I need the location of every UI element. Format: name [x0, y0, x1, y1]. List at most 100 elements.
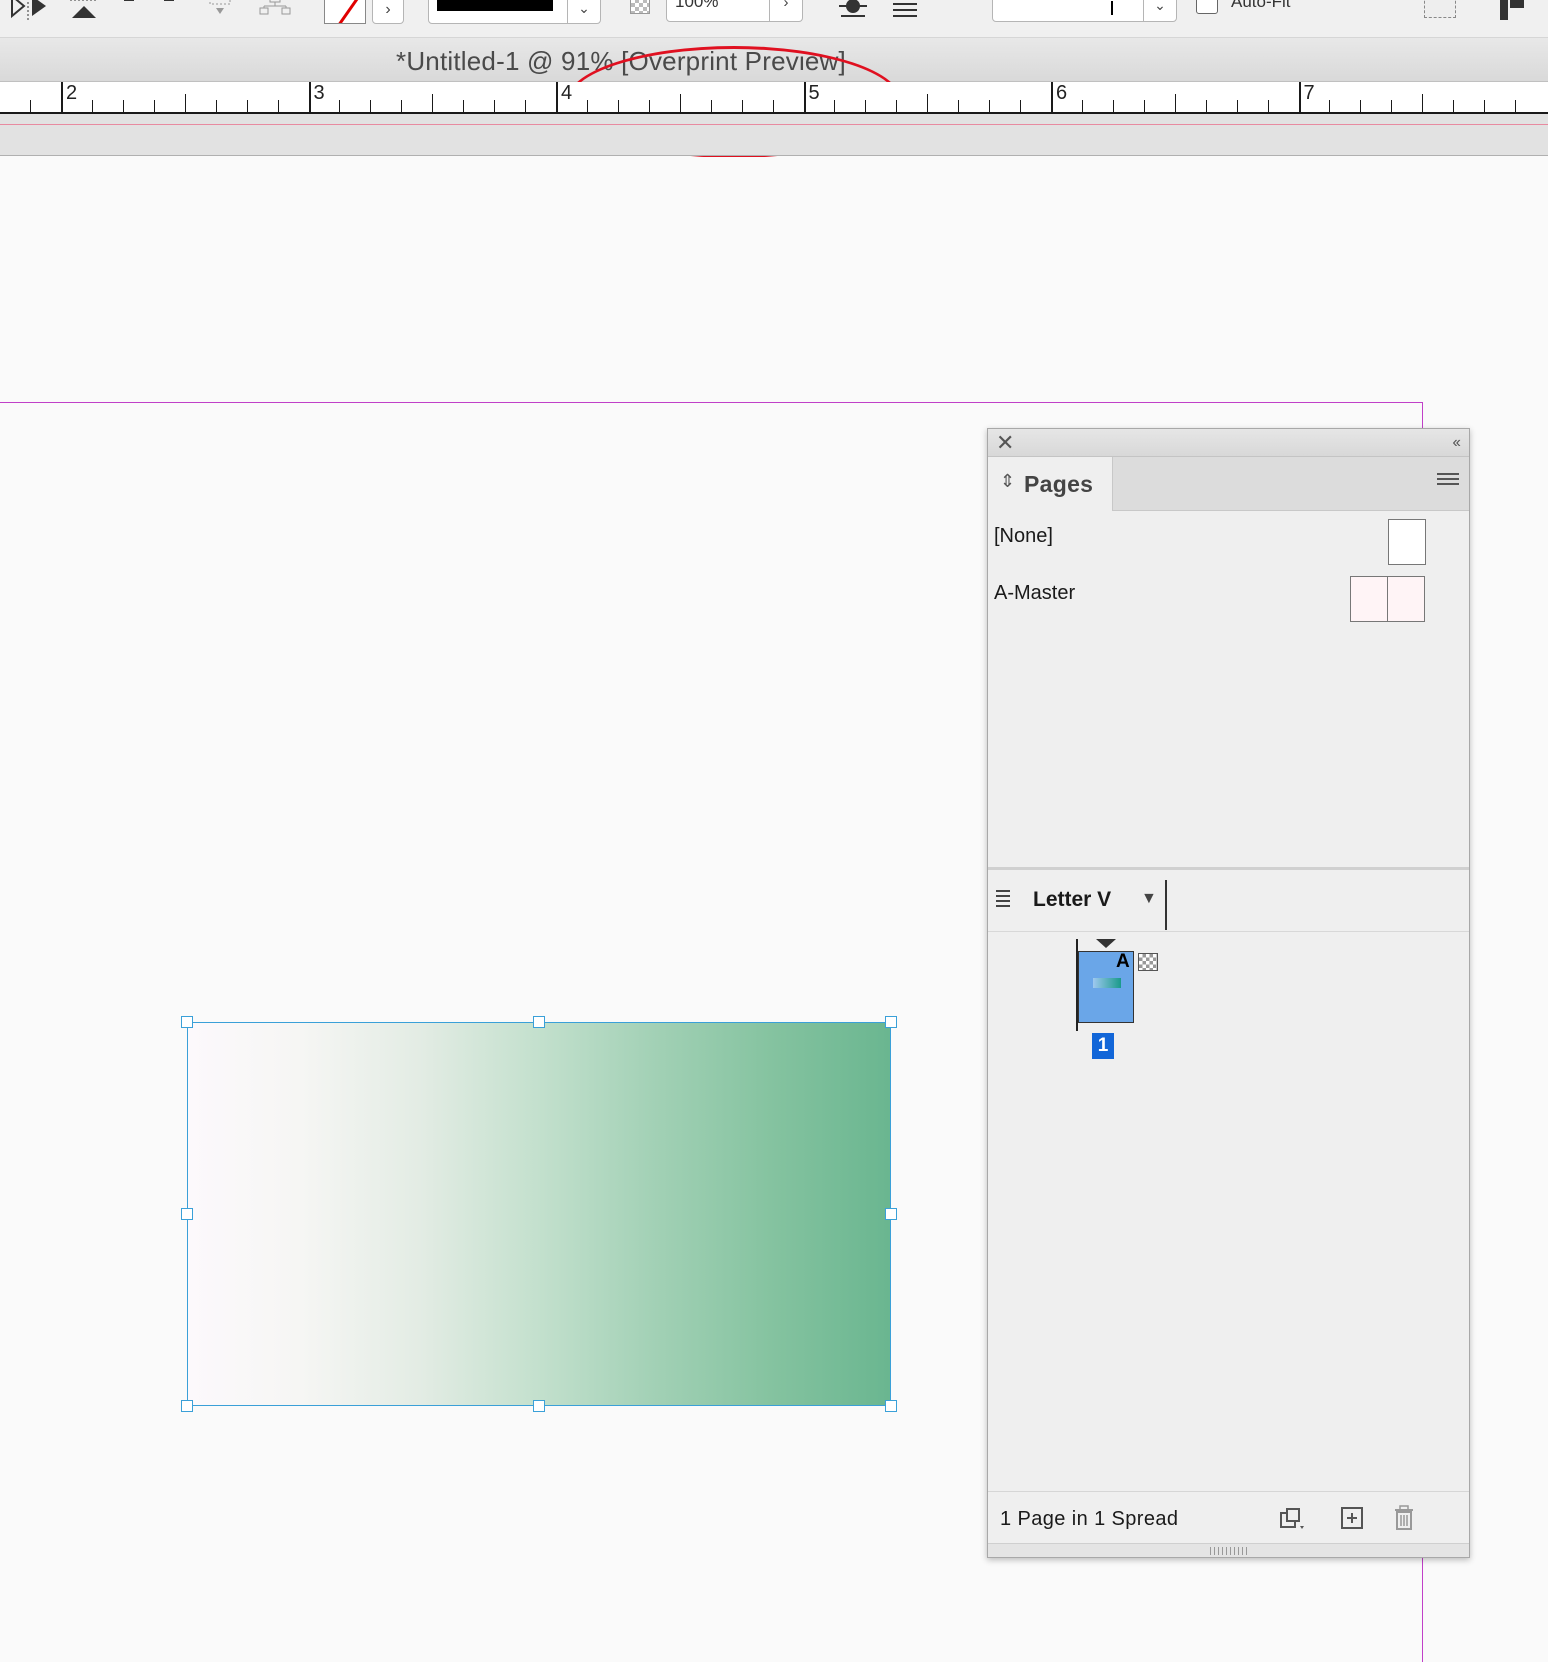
tab-toggle-icon: ⇕	[1000, 471, 1016, 491]
tab-pages-label: Pages	[1024, 471, 1094, 497]
edit-page-size-icon[interactable]	[1278, 1504, 1306, 1532]
ruler-minor-tick	[1422, 94, 1424, 112]
panel-footer: 1 Page in 1 Spread	[988, 1491, 1469, 1543]
ruler-minor-tick	[1515, 100, 1517, 112]
horizontal-ruler[interactable]: 2 3 4 5 6 7	[0, 82, 1548, 114]
page-thumbnail-content	[1093, 978, 1121, 988]
ruler-major-tick	[803, 82, 806, 112]
opacity-icon	[630, 0, 650, 14]
select-next-object-icon[interactable]	[256, 0, 296, 20]
ruler-minor-tick	[246, 100, 248, 112]
new-page-icon[interactable]	[1338, 1504, 1366, 1532]
page-edge-top	[0, 402, 1423, 403]
handle-middle-left[interactable]	[181, 1208, 193, 1220]
ruler-major-tick	[556, 82, 558, 112]
ruler-minor-tick	[586, 100, 588, 112]
page-size-label[interactable]: Letter V	[1033, 888, 1111, 912]
control-toolbar: › ⌄ 100% › ⌄ Auto-Fit	[0, 0, 1548, 38]
align-toolbar-icon[interactable]	[1500, 0, 1526, 20]
ruler-minor-tick	[1453, 100, 1455, 112]
gradient-rectangle-frame[interactable]	[187, 1022, 891, 1406]
stroke-swatch[interactable]	[324, 0, 366, 24]
ruler-minor-tick	[710, 100, 712, 112]
ruler-minor-tick	[1236, 100, 1238, 112]
ruler-minor-tick	[30, 100, 32, 112]
value-field-dropdown[interactable]: ⌄	[1143, 0, 1177, 22]
ruler-minor-tick	[1360, 100, 1362, 112]
master-item-a-master[interactable]: A-Master	[988, 570, 1469, 626]
handle-bottom-center[interactable]	[533, 1400, 545, 1412]
trash-icon[interactable]	[1390, 1504, 1418, 1532]
handle-bottom-right[interactable]	[885, 1400, 897, 1412]
ruler-label: 6	[1056, 82, 1068, 104]
handle-top-right[interactable]	[885, 1016, 897, 1028]
tab-pages[interactable]: ⇕ Pages	[988, 457, 1113, 511]
value-field[interactable]	[992, 0, 1144, 22]
ruler-label: 5	[808, 82, 820, 104]
flip-horizontal-icon[interactable]	[10, 0, 50, 20]
ruler-minor-tick	[122, 100, 124, 112]
ruler-minor-tick	[184, 94, 186, 112]
ruler-minor-tick	[958, 100, 960, 112]
ruler-minor-tick	[463, 100, 465, 112]
align-center-icon[interactable]	[838, 0, 868, 20]
ruler-label: 4	[561, 82, 573, 104]
ruler-minor-tick	[679, 94, 681, 112]
ruler-minor-tick	[1484, 100, 1486, 112]
ruler-minor-tick	[741, 100, 743, 112]
ruler-major-tick	[1298, 82, 1301, 112]
close-icon[interactable]: ✕	[996, 429, 1014, 457]
select-content-icon[interactable]	[206, 0, 236, 20]
page-spread[interactable]: A 1	[1076, 939, 1176, 1059]
master-thumbnail[interactable]	[1388, 519, 1426, 565]
document-tab-bar[interactable]: *Untitled-1 @ 91% [Overprint Preview]	[0, 38, 1548, 158]
dash-mark-icon	[164, 0, 174, 1]
handle-bottom-left[interactable]	[181, 1400, 193, 1412]
spread-indicator-icon	[1096, 939, 1116, 948]
ruler-label: 7	[1303, 82, 1315, 104]
flip-vertical-icon[interactable]	[68, 0, 100, 22]
transparency-icon	[1138, 953, 1158, 971]
ruler-minor-tick	[1143, 100, 1145, 112]
stroke-weight-preview	[437, 0, 553, 11]
handle-top-center[interactable]	[533, 1016, 545, 1028]
collapse-icon[interactable]: ‹‹	[1452, 429, 1461, 457]
stroke-weight-field[interactable]	[428, 0, 568, 24]
master-thumbnail-left[interactable]	[1350, 576, 1388, 622]
frame-fitting-icon[interactable]	[1424, 0, 1456, 18]
page-size-row: Letter V ▼	[988, 870, 1469, 932]
master-item-none[interactable]: [None]	[988, 513, 1469, 569]
ruler-minor-tick	[215, 100, 217, 112]
stroke-swatch-arrow-button[interactable]: ›	[372, 0, 404, 24]
ruler-minor-tick	[896, 100, 898, 112]
ruler-minor-tick	[617, 100, 619, 112]
ruler-minor-tick	[772, 100, 774, 112]
list-view-icon[interactable]	[996, 890, 1010, 908]
ruler-minor-tick	[1112, 100, 1114, 112]
panel-title-bar[interactable]: ✕ ‹‹	[988, 429, 1469, 457]
bleed-guide	[0, 124, 1548, 125]
ruler-minor-tick	[927, 94, 929, 112]
chevron-down-icon[interactable]: ▼	[1141, 890, 1157, 908]
ruler-minor-tick	[370, 100, 372, 112]
panel-resize-grip[interactable]	[988, 1543, 1469, 1557]
master-thumbnail-right[interactable]	[1387, 576, 1425, 622]
panel-menu-icon[interactable]	[1437, 473, 1459, 489]
stroke-weight-dropdown[interactable]: ⌄	[567, 0, 601, 24]
ruler-minor-tick	[525, 100, 527, 112]
align-bottom-icon[interactable]	[890, 0, 920, 20]
page-number-badge[interactable]: 1	[1092, 1033, 1114, 1059]
ruler-minor-tick	[277, 100, 279, 112]
handle-top-left[interactable]	[181, 1016, 193, 1028]
ruler-minor-tick	[1267, 100, 1269, 112]
ruler-minor-tick	[1020, 100, 1022, 112]
auto-fit-checkbox[interactable]	[1196, 0, 1218, 14]
ruler-minor-tick	[834, 100, 836, 112]
opacity-field[interactable]: 100%	[666, 0, 770, 22]
handle-middle-right[interactable]	[885, 1208, 897, 1220]
ruler-minor-tick	[1329, 100, 1331, 112]
ruler-minor-tick	[1205, 100, 1207, 112]
opacity-arrow-button[interactable]: ›	[769, 0, 803, 22]
panel-tab-row: ⇕ Pages	[988, 457, 1469, 511]
ruler-minor-tick	[432, 94, 434, 112]
